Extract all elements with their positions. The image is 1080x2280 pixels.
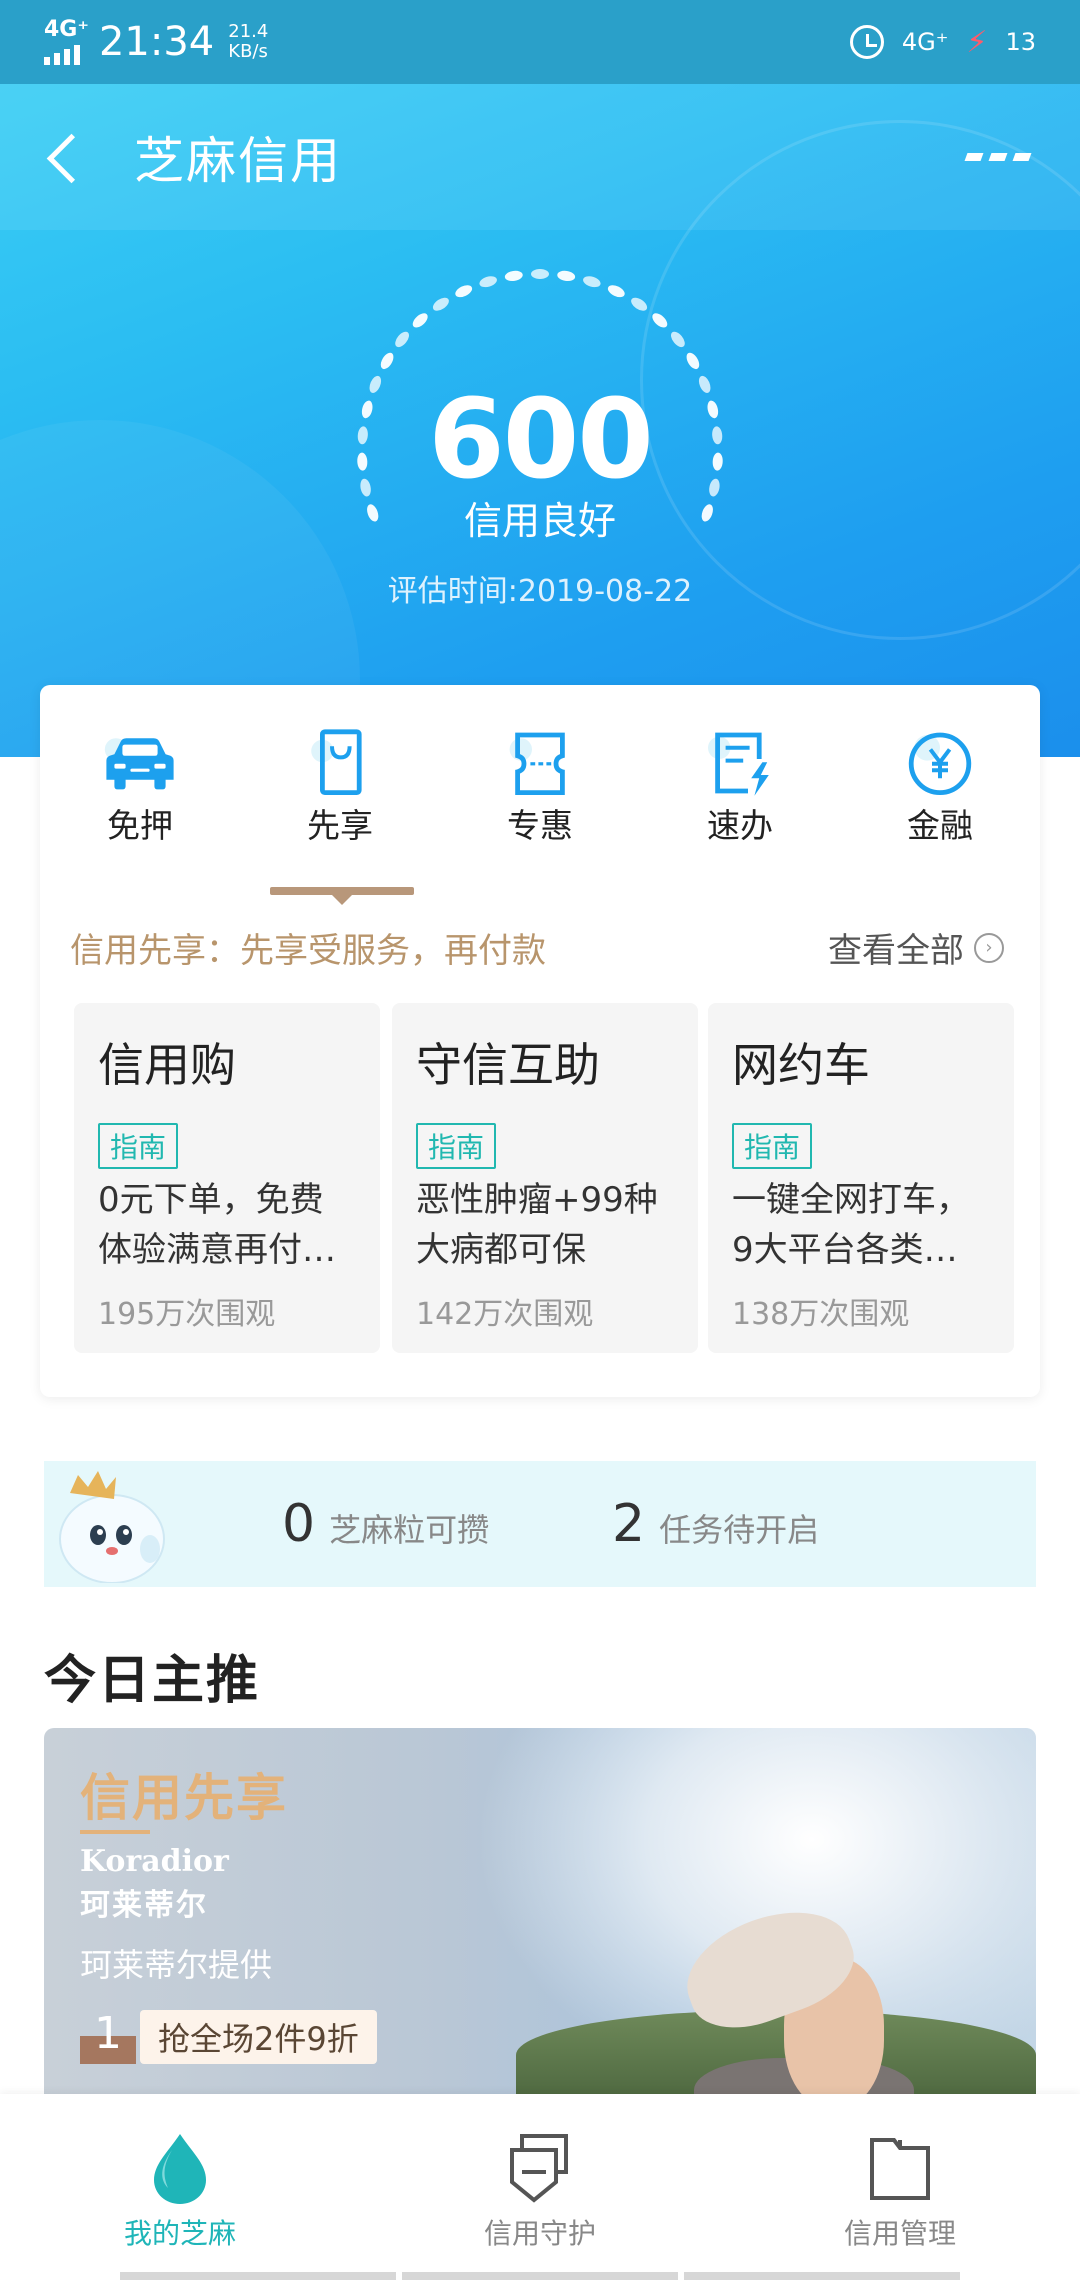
more-menu-icon[interactable] <box>956 143 1040 171</box>
banner-provider: 珂莱蒂尔提供 <box>80 1946 273 1984</box>
service-tabs: 免押 先享 专惠 速办 金融 <box>40 727 1040 847</box>
brand-logo-cn: 珂莱蒂尔 <box>80 1888 208 1923</box>
gauge-dot <box>686 352 700 370</box>
tab-label: 金融 <box>907 806 973 845</box>
tab-label: 速办 <box>707 806 773 845</box>
gauge-dot <box>652 313 668 328</box>
card-description: 0元下单，免费体验满意再付… <box>98 1180 336 1270</box>
brand-logo-en: Koradior <box>80 1844 229 1879</box>
page-title: 芝麻信用 <box>134 132 342 190</box>
mascot-icon <box>59 1471 165 1583</box>
guide-tag: 指南 <box>416 1123 497 1169</box>
banner-divider <box>80 1830 150 1834</box>
network-right: 4G⁺ <box>901 28 949 56</box>
grains-label: 芝麻粒可攒 <box>329 1511 490 1549</box>
gauge-dot <box>583 276 601 288</box>
tab-finance[interactable]: 金融 <box>840 727 1040 847</box>
gauge-dot <box>395 331 409 348</box>
sesame-tasks-bar[interactable]: 0 芝麻粒可攒 2 任务待开启 <box>44 1461 1036 1587</box>
gauge-dot <box>479 276 497 288</box>
nav-my-sesame[interactable]: 我的芝麻 <box>0 2094 360 2280</box>
tab-special-offer[interactable]: 专惠 <box>440 727 640 847</box>
banner-tag: 信用先享 <box>80 1769 288 1827</box>
card-title: 信用购 <box>98 1038 236 1092</box>
tab-credit-first[interactable]: 先享 <box>240 727 440 847</box>
grains-count: 0 <box>282 1494 316 1554</box>
nav-label: 我的芝麻 <box>123 2217 236 2250</box>
offer-rank: 1 <box>80 2008 136 2064</box>
tab-label: 先享 <box>307 806 373 845</box>
service-card-mutual-aid[interactable]: 守信互助 指南 恶性肿瘤+99种大病都可保 142万次围观 <box>392 1003 698 1353</box>
offer-text: 抢全场2件9折 <box>140 2010 377 2064</box>
gauge-dot <box>455 285 473 298</box>
services-card: 免押 先享 专惠 速办 金融 信用先享：先享受服务，再付款 查看全部 › 信用购… <box>40 685 1040 1397</box>
yen-icon <box>908 732 972 795</box>
signal-icon: 4G⁺ <box>44 19 89 65</box>
service-card-ride-hailing[interactable]: 网约车 指南 一键全网打车，9大平台各类… 138万次围观 <box>708 1003 1014 1353</box>
charging-icon: ⚡ <box>966 24 988 60</box>
gauge-dot <box>380 352 394 370</box>
tab-fast-service[interactable]: 速办 <box>640 727 840 847</box>
pending-tasks-stat: 2 任务待开启 <box>612 1494 819 1554</box>
guide-tag: 指南 <box>98 1123 179 1169</box>
clock: 21:34 <box>98 19 215 65</box>
car-icon <box>104 738 174 790</box>
network-type: 4G⁺ <box>44 17 89 42</box>
evaluation-date: 评估时间:2019-08-22 <box>387 574 693 609</box>
tab-label: 专惠 <box>507 806 573 845</box>
active-tab-indicator <box>270 887 414 905</box>
nav-credit-guard[interactable]: 信用守护 <box>360 2094 720 2280</box>
shopping-bag-icon <box>311 729 362 795</box>
nav-label: 信用守护 <box>483 2217 596 2250</box>
sesame-drop-icon <box>154 2134 206 2204</box>
view-count: 195万次围观 <box>98 1297 276 1332</box>
promo-banner[interactable]: 信用先享 Koradior 珂莱蒂尔 珂莱蒂尔提供 1 抢全场2件9折 <box>44 1728 1036 2100</box>
chevron-right-icon: › <box>974 932 1004 963</box>
alarm-icon <box>849 25 884 59</box>
card-description: 恶性肿瘤+99种大病都可保 <box>416 1180 658 1270</box>
back-icon[interactable] <box>40 127 90 187</box>
gauge-dot <box>531 269 549 279</box>
bottom-nav: 我的芝麻 信用守护 信用管理 <box>0 2094 1080 2280</box>
gauge-dot <box>432 297 449 311</box>
service-card-credit-buy[interactable]: 信用购 指南 0元下单，免费体验满意再付… 195万次围观 <box>74 1003 380 1353</box>
network-speed: 21.4 KB/s <box>228 21 269 62</box>
tasks-count: 2 <box>612 1494 646 1554</box>
nav-label: 信用管理 <box>843 2217 956 2250</box>
gauge-dot <box>557 270 576 282</box>
nav-bar: 芝麻信用 <box>0 84 1080 230</box>
gauge-dot <box>607 285 625 298</box>
shield-cards-icon <box>510 2134 568 2203</box>
card-title: 网约车 <box>732 1038 870 1092</box>
view-count: 142万次围观 <box>416 1297 594 1332</box>
folder-icon <box>870 2138 930 2200</box>
gauge-dot <box>504 270 523 282</box>
tab-label: 免押 <box>107 806 173 845</box>
gauge-dot <box>631 297 648 311</box>
card-description: 一键全网打车，9大平台各类… <box>732 1180 970 1270</box>
sesame-grains-stat: 0 芝麻粒可攒 <box>282 1494 489 1554</box>
tab-deposit-free[interactable]: 免押 <box>40 727 240 847</box>
tasks-label: 任务待开启 <box>659 1511 820 1549</box>
guide-tag: 指南 <box>732 1123 813 1169</box>
gauge-dot <box>671 331 685 348</box>
gauge-dot <box>412 313 428 328</box>
coupon-icon <box>509 732 565 795</box>
section-title-today: 今日主推 <box>44 1651 261 1711</box>
card-title: 守信互助 <box>416 1038 600 1092</box>
view-all-link[interactable]: 查看全部 › <box>828 923 1004 972</box>
credit-level: 信用良好 <box>463 499 616 543</box>
fast-document-icon <box>708 732 769 796</box>
credit-score[interactable]: 600 <box>0 375 1080 503</box>
gesture-bar <box>0 2272 1080 2280</box>
nav-credit-manage[interactable]: 信用管理 <box>720 2094 1080 2280</box>
status-bar: 4G⁺ 21:34 21.4 KB/s 4G⁺ ⚡ 13 <box>0 0 1080 84</box>
promo-text: 信用先享：先享受服务，再付款 <box>70 931 546 971</box>
view-count: 138万次围观 <box>732 1297 910 1332</box>
battery-level: 13 <box>1005 28 1036 56</box>
